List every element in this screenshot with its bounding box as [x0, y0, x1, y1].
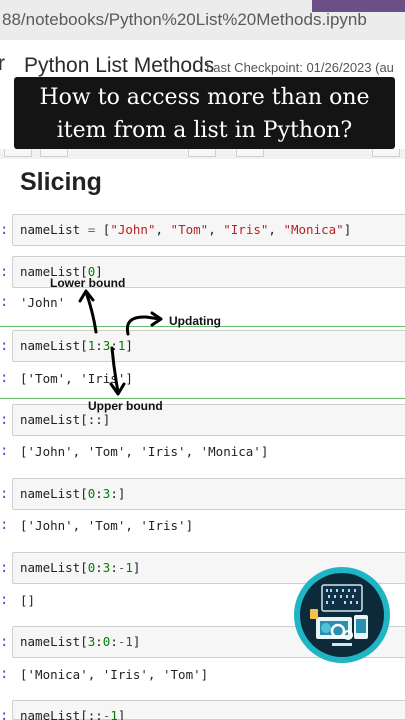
toolbar-button[interactable] — [188, 149, 216, 157]
cell-prompt: : — [0, 338, 9, 354]
cell-code[interactable]: nameList[::] — [20, 412, 110, 427]
toolbar-button[interactable] — [40, 149, 68, 157]
notebook-title[interactable]: Python List Methods — [24, 54, 214, 78]
output-prompt: : — [0, 666, 9, 682]
output-prompt: : — [0, 294, 9, 310]
question-caption: How to access more than one item from a … — [14, 77, 395, 149]
toolbar-button[interactable] — [4, 149, 32, 157]
checkpoint-status: Last Checkpoint: 01/26/2023 (au — [206, 60, 394, 75]
cell-output: [] — [20, 593, 36, 608]
cell-code[interactable]: nameList[0:3:] — [20, 486, 125, 501]
cell-prompt: : — [0, 634, 9, 650]
cell-prompt: : — [0, 412, 9, 428]
active-cell-border — [0, 398, 405, 399]
annotation-updating: Updating — [169, 314, 221, 328]
cell-prompt: : — [0, 264, 9, 280]
cell-prompt: : — [0, 560, 9, 576]
toolbar-button[interactable] — [372, 149, 400, 157]
browser-frame-corner — [312, 0, 405, 12]
cell-code[interactable]: nameList[3:0:-1] — [20, 634, 140, 649]
cell-output: ['Monica', 'Iris', 'Tom'] — [20, 667, 209, 682]
output-prompt: : — [0, 592, 9, 608]
cell-prompt: : — [0, 708, 9, 720]
output-prompt: : — [0, 370, 9, 386]
cell-output: ['John', 'Tom', 'Iris'] — [20, 518, 194, 533]
cell-output: ['Tom', 'Iris'] — [20, 371, 133, 386]
section-heading: Slicing — [20, 168, 102, 196]
jupyter-logo[interactable]: r — [0, 52, 5, 76]
output-prompt: : — [0, 443, 9, 459]
toolbar-button[interactable] — [236, 149, 264, 157]
caption-line-1: How to access more than one — [39, 85, 370, 110]
cell-output: ['John', 'Tom', 'Iris', 'Monica'] — [20, 444, 269, 459]
cell-code[interactable]: nameList[::-1] — [20, 708, 125, 720]
cell-code[interactable]: nameList[0:3:-1] — [20, 560, 140, 575]
channel-logo-icon — [294, 567, 390, 663]
annotation-lower-bound: Lower bound — [50, 276, 126, 290]
output-prompt: : — [0, 517, 9, 533]
cell-output: 'John' — [20, 295, 66, 310]
cell-code[interactable]: nameList = ["John", "Tom", "Iris", "Moni… — [20, 222, 351, 237]
cell-prompt: : — [0, 222, 9, 238]
cell-prompt: : — [0, 486, 9, 502]
annotation-upper-bound: Upper bound — [88, 399, 163, 413]
notebook-toolbar — [0, 149, 405, 159]
caption-line-2: item from a list in Python? — [56, 118, 353, 143]
cell-code[interactable]: nameList[1:3:1] — [20, 338, 133, 353]
